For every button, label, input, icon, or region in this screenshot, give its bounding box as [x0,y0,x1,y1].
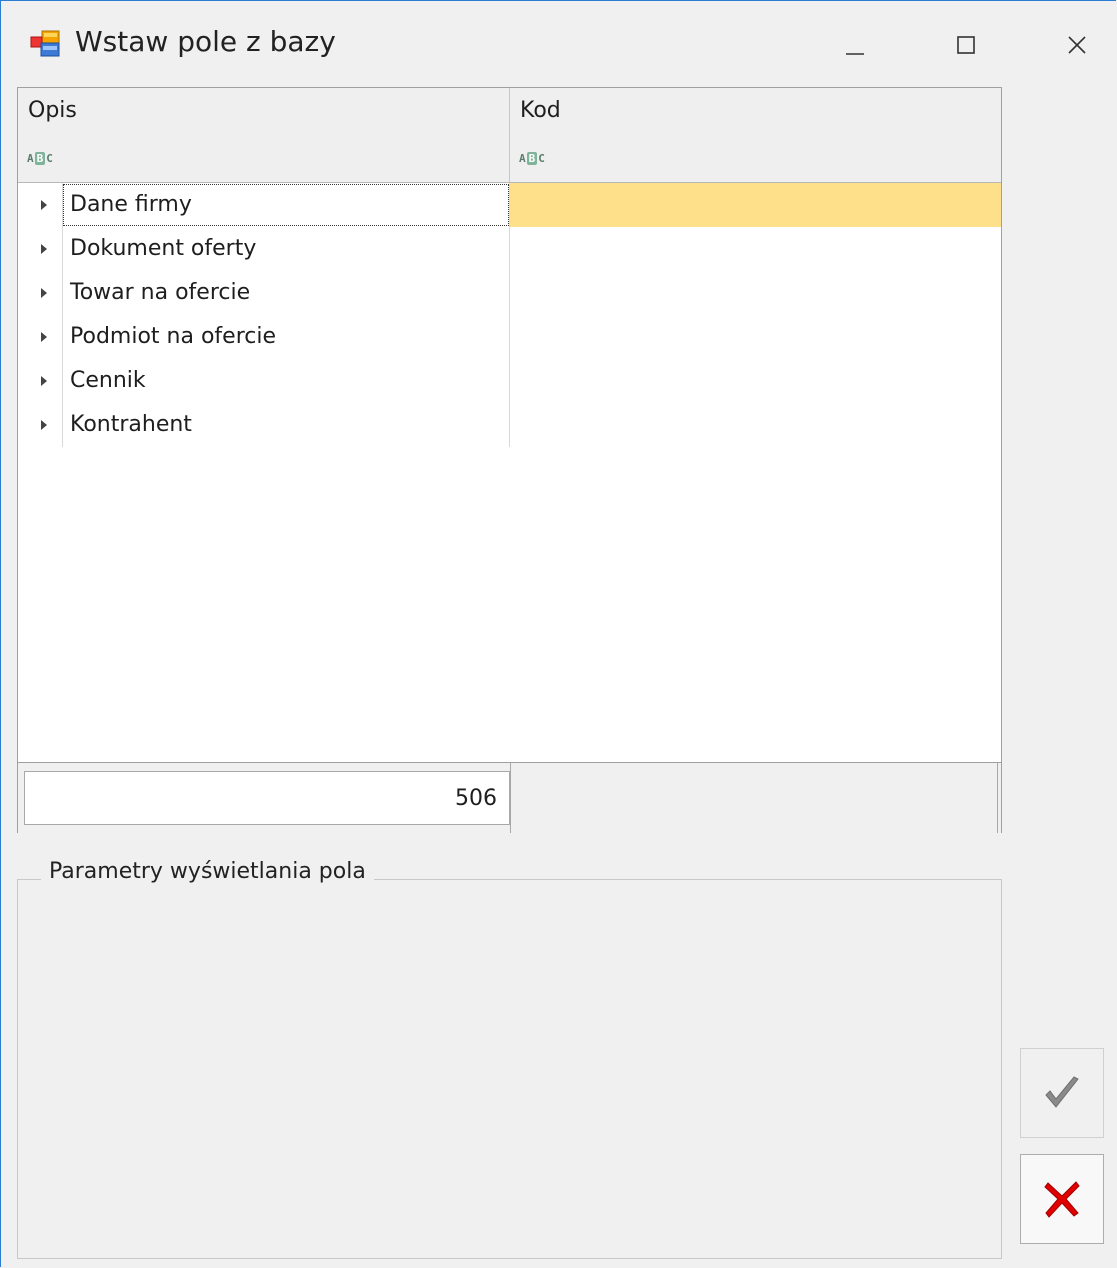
row-kod [510,359,1001,403]
row-label: Cennik [62,359,510,403]
record-count: 506 [24,771,510,825]
row-label: Podmiot na ofercie [62,315,510,359]
row-kod [510,271,1001,315]
maximize-icon [957,36,975,54]
column-header-kod[interactable]: Kod [510,88,1001,136]
minimize-button[interactable] [833,23,877,67]
maximize-button[interactable] [944,23,988,67]
row-kod [510,227,1001,271]
column-header-opis[interactable]: Opis [18,88,510,136]
abc-filter-icon: ABC [519,152,545,165]
grid-header: Opis Kod [18,88,1001,137]
row-kod [510,403,1001,447]
close-button[interactable] [1055,23,1099,67]
table-row[interactable]: Towar na ofercie [18,271,1001,315]
expand-arrow-icon[interactable] [34,183,54,227]
table-row[interactable]: Podmiot na ofercie [18,315,1001,359]
checkmark-icon [1045,1076,1079,1108]
filter-row: ABC ABC [18,136,1001,183]
display-params-group [17,879,1002,1259]
table-row[interactable]: Cennik [18,359,1001,403]
close-icon [1068,36,1086,54]
group-title: Parametry wyświetlania pola [41,859,374,884]
dialog-window: Wstaw pole z bazy Opis Kod ABC ABC Dane … [0,0,1116,1267]
footer-divider [997,763,998,833]
ok-button[interactable] [1020,1048,1104,1138]
filter-cell-kod[interactable]: ABC [510,136,1001,182]
expand-arrow-icon[interactable] [34,227,54,271]
expand-arrow-icon[interactable] [34,271,54,315]
red-x-icon [1044,1181,1080,1218]
table-row[interactable]: Kontrahent [18,403,1001,447]
row-label: Kontrahent [62,403,510,447]
table-row[interactable]: Dane firmy [18,183,1001,227]
database-fields-icon [29,29,61,59]
grid-rows: Dane firmy Dokument oferty Towar na ofer… [18,183,1001,447]
row-label: Dane firmy [62,183,510,227]
row-kod [510,183,1001,227]
abc-filter-icon: ABC [27,152,53,165]
row-kod [510,315,1001,359]
title-bar[interactable]: Wstaw pole z bazy [1,1,1117,87]
expand-arrow-icon[interactable] [34,315,54,359]
table-row[interactable]: Dokument oferty [18,227,1001,271]
footer-divider [510,763,511,833]
row-label: Towar na ofercie [62,271,510,315]
expand-arrow-icon[interactable] [34,403,54,447]
fields-grid: Opis Kod ABC ABC Dane firmy Dokument ofe… [17,87,1002,833]
row-label: Dokument oferty [62,227,510,271]
window-title: Wstaw pole z bazy [75,25,336,58]
filter-cell-opis[interactable]: ABC [18,136,510,182]
expand-arrow-icon[interactable] [34,359,54,403]
minimize-icon [846,53,864,55]
grid-footer: 506 [18,762,1001,833]
cancel-button[interactable] [1020,1154,1104,1244]
